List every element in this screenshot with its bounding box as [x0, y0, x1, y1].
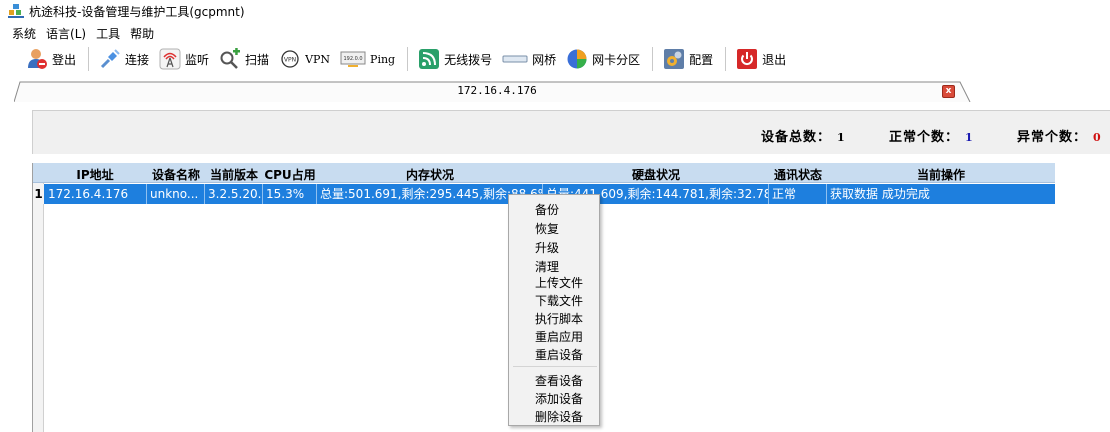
menu-bar: 系统 语言(L) 工具 帮助	[0, 23, 164, 43]
col-header-comm[interactable]: 通讯状态	[769, 166, 827, 183]
dialup-label: 无线拨号	[444, 52, 493, 67]
row-number: 1	[33, 184, 44, 204]
col-header-ip[interactable]: IP地址	[45, 166, 145, 183]
menu-item-upload-file[interactable]: 上传文件	[535, 274, 583, 291]
connect-button[interactable]: 连接	[95, 45, 153, 73]
magnifier-plus-icon	[219, 48, 241, 70]
tab-close-icon[interactable]: x	[942, 85, 955, 98]
bridge-label: 网桥	[532, 52, 557, 67]
ping-icon-text: 192.0.0	[344, 56, 363, 62]
col-header-name[interactable]: 设备名称	[147, 166, 205, 183]
total-count-label: 设备总数：	[761, 130, 832, 145]
abnormal-count-value: 0	[1093, 131, 1102, 144]
device-summary-panel: 设备总数： 1 正常个数： 1 异常个数： 0	[32, 110, 1110, 154]
config-button[interactable]: 配置	[659, 45, 717, 73]
menu-item-backup[interactable]: 备份	[535, 201, 559, 218]
menu-item-delete-device[interactable]: 删除设备	[535, 408, 583, 425]
bridge-icon	[502, 48, 528, 70]
total-count: 设备总数： 1	[761, 126, 846, 145]
menu-language[interactable]: 语言(L)	[46, 25, 86, 42]
menu-item-download-file[interactable]: 下载文件	[535, 292, 583, 309]
vpn-button[interactable]: VPN VPN	[275, 45, 334, 73]
dialup-button[interactable]: 无线拨号	[414, 45, 496, 73]
table-header: IP地址 设备名称 当前版本 CPU占用 内存状况 硬盘状况 通讯状态 当前操作	[33, 163, 1055, 183]
ping-button[interactable]: 192.0.0 Ping	[336, 45, 399, 73]
vpn-globe-icon: VPN	[279, 48, 301, 70]
nic-partition-label: 网卡分区	[592, 52, 641, 67]
exit-label: 退出	[762, 52, 787, 67]
connect-plug-icon	[99, 48, 121, 70]
tab-label: 172.16.4.176	[457, 84, 537, 97]
cell-cpu[interactable]: 15.3%	[263, 184, 317, 204]
bridge-button[interactable]: 网桥	[498, 45, 560, 73]
vpn-label: VPN	[305, 52, 331, 66]
col-header-cpu[interactable]: CPU占用	[263, 166, 317, 183]
scan-button[interactable]: 扫描	[215, 45, 273, 73]
total-count-value: 1	[837, 131, 846, 144]
scan-label: 扫描	[245, 52, 270, 67]
connect-label: 连接	[125, 52, 150, 67]
col-header-operation[interactable]: 当前操作	[827, 166, 1055, 183]
menu-separator	[513, 366, 597, 367]
device-tab[interactable]: 172.16.4.176 x	[14, 81, 980, 102]
menu-help[interactable]: 帮助	[130, 25, 154, 42]
cell-comm-status[interactable]: 正常	[769, 184, 827, 204]
logout-label: 登出	[52, 52, 77, 67]
normal-count-value: 1	[965, 131, 974, 144]
normal-count-label: 正常个数：	[889, 130, 960, 145]
abnormal-count-label: 异常个数：	[1017, 130, 1088, 145]
toolbar-divider	[725, 47, 727, 71]
cell-ip[interactable]: 172.16.4.176	[45, 184, 147, 204]
menu-item-restore[interactable]: 恢复	[535, 220, 559, 237]
menu-item-restart-app[interactable]: 重启应用	[535, 328, 583, 345]
menu-item-add-device[interactable]: 添加设备	[535, 390, 583, 407]
menu-item-upgrade[interactable]: 升级	[535, 239, 559, 256]
config-label: 配置	[689, 52, 714, 67]
normal-count: 正常个数： 1	[889, 126, 974, 145]
pie-partition-icon	[566, 48, 588, 70]
title-bar: 杭途科技-设备管理与维护工具(gcpmnt)	[0, 0, 1110, 22]
row-context-menu: 备份 恢复 升级 清理 上传文件 下载文件 执行脚本 重启应用 重启设备 查看设…	[508, 194, 600, 426]
menu-system[interactable]: 系统	[12, 25, 36, 42]
cell-operation[interactable]: 获取数据 成功完成	[827, 184, 1055, 204]
antenna-icon	[159, 48, 181, 70]
svg-text:VPN: VPN	[284, 57, 296, 64]
toolbar-divider	[652, 47, 654, 71]
col-header-disk[interactable]: 硬盘状况	[543, 166, 769, 183]
col-header-version[interactable]: 当前版本	[205, 166, 263, 183]
window-title: 杭途科技-设备管理与维护工具(gcpmnt)	[29, 4, 245, 19]
power-icon	[736, 48, 758, 70]
ping-label: Ping	[370, 52, 396, 66]
nic-partition-button[interactable]: 网卡分区	[562, 45, 644, 73]
toolbar-divider	[88, 47, 90, 71]
menu-item-clean[interactable]: 清理	[535, 258, 559, 275]
cell-version[interactable]: 3.2.5.20...	[205, 184, 263, 204]
col-header-memory[interactable]: 内存状况	[317, 166, 543, 183]
cell-name[interactable]: unkno...	[147, 184, 205, 204]
user-logout-icon	[26, 48, 48, 70]
menu-item-run-script[interactable]: 执行脚本	[535, 310, 583, 327]
monitor-button[interactable]: 监听	[155, 45, 213, 73]
menu-item-view-device[interactable]: 查看设备	[535, 372, 583, 389]
toolbar: 登出 连接 监听 扫描 VPN VPN 192.0.0 Ping 无线拨号 网桥…	[0, 43, 1110, 75]
config-gears-icon	[663, 48, 685, 70]
menu-item-restart-device[interactable]: 重启设备	[535, 346, 583, 363]
exit-button[interactable]: 退出	[732, 45, 790, 73]
ping-monitor-icon: 192.0.0	[340, 48, 366, 70]
app-logo-icon	[8, 4, 24, 18]
wireless-signal-icon	[418, 48, 440, 70]
monitor-label: 监听	[185, 52, 210, 67]
logout-button[interactable]: 登出	[22, 45, 80, 73]
menu-tools[interactable]: 工具	[96, 25, 120, 42]
abnormal-count: 异常个数： 0	[1017, 126, 1102, 145]
toolbar-divider	[407, 47, 409, 71]
